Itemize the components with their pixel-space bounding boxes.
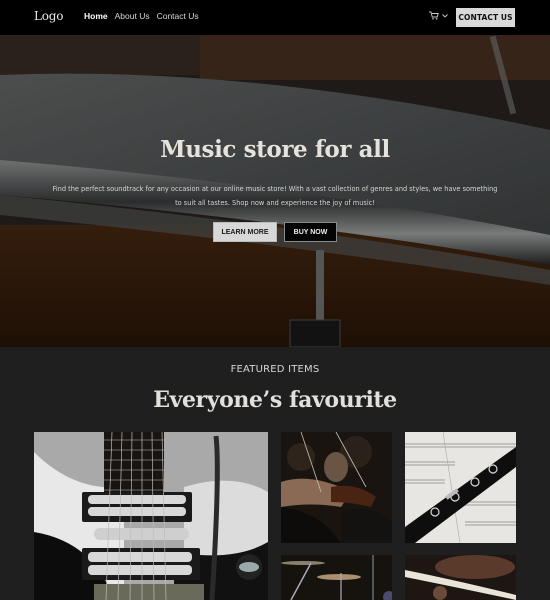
featured-label: FEATURED ITEMS — [230, 364, 320, 375]
featured-section: FEATURED ITEMS Everyone’s favourite — [0, 347, 550, 600]
logo[interactable]: Logo — [34, 9, 64, 23]
featured-item-drums[interactable] — [281, 555, 392, 600]
nav-link-home[interactable]: Home — [84, 11, 108, 21]
violin-orchestra-image — [281, 432, 392, 543]
clarinet-sheet-music-image — [405, 432, 516, 543]
hero-description: Find the perfect soundtrack for any occa… — [52, 185, 498, 207]
nav-link-contact-us[interactable]: Contact Us — [157, 11, 199, 21]
learn-more-button[interactable]: LEARN MORE — [213, 222, 277, 242]
cart-icon — [428, 11, 439, 20]
chevron-down-icon — [442, 13, 448, 18]
featured-item-clarinet[interactable] — [405, 432, 516, 543]
featured-item-guitar[interactable] — [34, 432, 268, 600]
contact-us-button[interactable]: CONTACT US — [456, 8, 515, 27]
buy-now-button[interactable]: BUY NOW — [284, 222, 337, 242]
nav-links: Home About Us Contact Us — [84, 11, 199, 21]
cart-dropdown[interactable] — [428, 11, 448, 20]
hero-buttons: LEARN MORE BUY NOW — [0, 222, 550, 242]
featured-item-trumpet[interactable] — [405, 555, 516, 600]
drum-cymbals-image — [281, 555, 392, 600]
electric-guitar-image — [34, 432, 268, 600]
hero-section: Music store for all Find the perfect sou… — [0, 35, 550, 347]
hero-title: Music store for all — [160, 136, 390, 163]
featured-item-violin[interactable] — [281, 432, 392, 543]
top-navbar: Logo Home About Us Contact Us CONTACT US — [0, 0, 550, 35]
featured-title: Everyone’s favourite — [153, 387, 397, 413]
trumpet-closeup-image — [405, 555, 516, 600]
nav-link-about-us[interactable]: About Us — [115, 11, 150, 21]
